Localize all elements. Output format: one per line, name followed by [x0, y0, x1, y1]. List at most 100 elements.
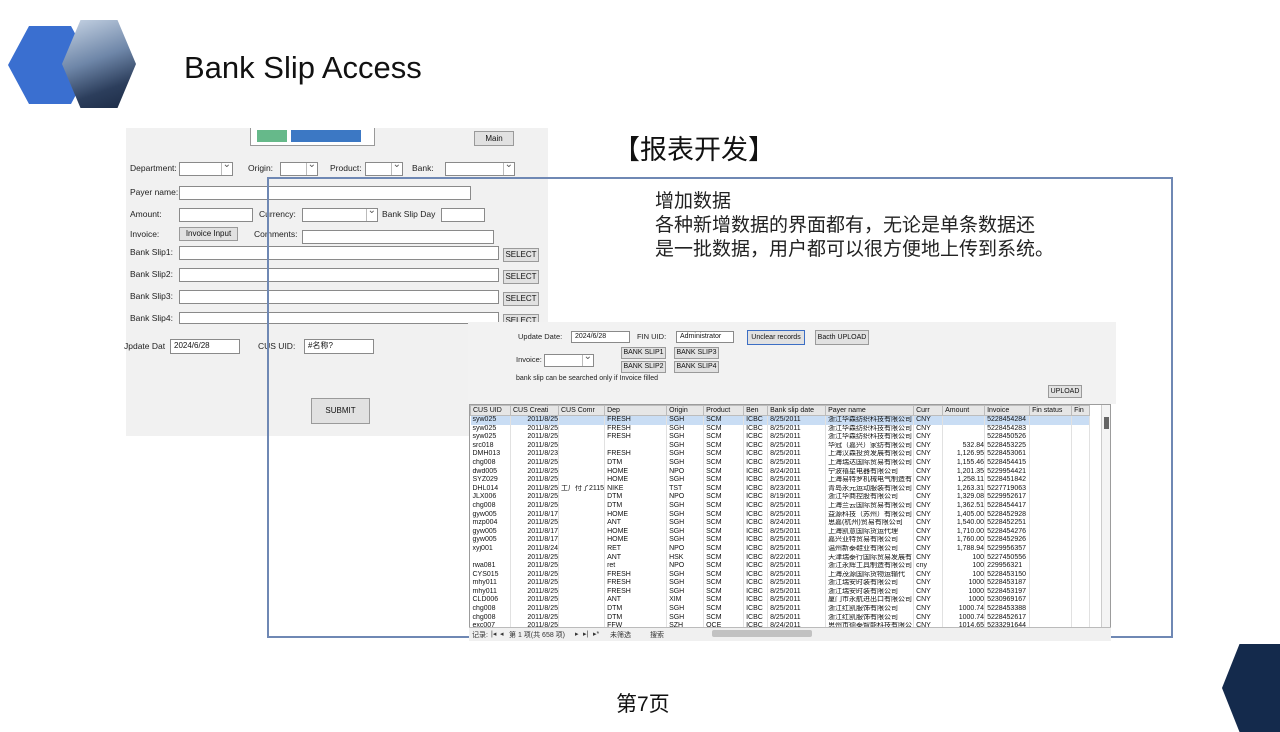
table-cell: 8/25/2011 — [767, 527, 827, 537]
table-row[interactable]: 2011/8/25 ANT HSK SCM ICBC 8/22/2011 天津瑞泰行国际贸易… — [470, 553, 1091, 563]
table-cell: src018 — [470, 441, 511, 451]
grid-column-header[interactable]: CUS Creati — [510, 405, 559, 416]
table-cell: 1000 — [942, 596, 986, 606]
table-cell: FRESH — [604, 424, 668, 434]
table-row[interactable]: gyw005 2011/8/17 HOME SGH SCM ICBC 8/25/2011 嘉兴… — [470, 536, 1091, 545]
table-cell: ICBC — [743, 424, 769, 434]
grid-column-header[interactable]: Amount — [942, 405, 986, 416]
table-row[interactable]: chg008 2011/8/25 DTM SGH SCM ICBC 8/25/2011 上海兰… — [470, 501, 1091, 511]
table-row[interactable]: xyj001 2011/8/24 RET NPO SCM ICBC 8/25/2011 温州新… — [470, 544, 1091, 554]
origin-dropdown[interactable] — [280, 159, 318, 176]
bank-dropdown[interactable] — [445, 159, 515, 176]
table-cell: 1,405.00 — [942, 510, 986, 520]
bank-slip2-button[interactable]: BANK SLIP2 — [621, 361, 666, 373]
upload-update-date-input[interactable]: 2024/6/28 — [571, 331, 630, 343]
table-row[interactable]: gyw005 2011/8/17 HOME SGH SCM ICBC 8/25/2011 益源… — [470, 510, 1091, 520]
batch-upload-button[interactable]: Bacth UPLOAD — [815, 330, 869, 345]
table-row[interactable]: SYZ029 2011/8/25 HOME SGH SCM ICBC 8/25/2011 上海… — [470, 476, 1091, 485]
table-cell: 100 — [942, 562, 986, 571]
table-row[interactable]: JLX006 2011/8/25 DTM NPO SCM ICBC 8/19/2011 浙江华… — [470, 493, 1091, 502]
grid-column-header[interactable]: CUS UID — [470, 405, 511, 416]
table-cell: 8/25/2011 — [767, 536, 827, 545]
table-row[interactable]: DHL014 2011/8/25 工厂付了2115 NIKE TST SCM ICBC 8/2… — [470, 484, 1091, 494]
department-dropdown[interactable] — [179, 159, 233, 176]
table-cell: 8/25/2011 — [767, 441, 827, 451]
table-row[interactable]: chg008 2011/8/25 DTM SGH SCM ICBC 8/25/2011 浙江红… — [470, 605, 1091, 614]
table-cell: CNY — [913, 415, 944, 425]
upload-invoice-dropdown[interactable] — [544, 351, 594, 367]
nav-new-icon[interactable]: ▸* — [593, 630, 599, 638]
table-cell — [558, 519, 606, 528]
table-cell — [470, 553, 511, 563]
form-update-date-input[interactable]: 2024/6/28 — [170, 339, 240, 354]
table-cell: SGH — [666, 415, 705, 425]
scroll-thumb[interactable] — [1104, 417, 1109, 429]
table-row[interactable]: syw025 2011/8/25 FRESH SGH SCM ICBC 8/25/2011 浙… — [470, 433, 1091, 442]
table-cell: 1,710.00 — [942, 527, 986, 537]
grid-column-header[interactable]: Product — [703, 405, 745, 416]
table-row[interactable]: syw025 2011/8/25 FRESH SGH SCM ICBC 8/25/2011 浙… — [470, 424, 1091, 434]
table-row[interactable]: CYS015 2011/8/25 FRESH SGH SCM ICBC 8/25/2011 上… — [470, 570, 1091, 580]
table-cell: SGH — [666, 519, 705, 528]
main-button[interactable]: Main — [474, 131, 514, 146]
table-cell: CNY — [913, 596, 944, 606]
grid-column-header[interactable]: Fin status — [1029, 405, 1073, 416]
record-position: 第 1 项(共 658 项) — [509, 632, 566, 639]
table-row[interactable]: syw025 2011/8/25 FRESH SGH SCM ICBC 8/25/2011 浙… — [470, 415, 1091, 425]
nav-prev-icon[interactable]: ◂ — [500, 630, 504, 638]
table-cell: SGH — [666, 587, 705, 597]
upload-button[interactable]: UPLOAD — [1048, 385, 1082, 398]
grid-column-header[interactable]: Ben — [743, 405, 769, 416]
bank-slip1-button[interactable]: BANK SLIP1 — [621, 347, 666, 359]
grid-column-header[interactable]: CUS Comr — [557, 405, 606, 416]
table-cell: RET — [604, 544, 668, 554]
fin-uid-input[interactable]: Administrator — [676, 331, 734, 343]
grid-column-header[interactable]: Curr — [913, 405, 944, 416]
table-row[interactable]: dwd005 2011/8/25 HOME NPO SCM ICBC 8/24/2011 宁波… — [470, 467, 1091, 477]
product-dropdown[interactable] — [365, 159, 403, 176]
table-cell: 5228453061 — [984, 450, 1031, 459]
table-cell: ICBC — [743, 613, 769, 623]
table-row[interactable]: chg008 2011/8/25 DTM SGH SCM ICBC 8/25/2011 浙江红… — [470, 613, 1091, 623]
grid-column-header[interactable]: Bank slip date — [767, 405, 827, 416]
nav-last-icon[interactable]: ▸| — [583, 630, 588, 638]
horizontal-scroll-thumb[interactable] — [712, 630, 812, 637]
table-row[interactable]: gyw005 2011/8/17 HOME SGH SCM ICBC 8/25/2011 上海… — [470, 527, 1091, 537]
table-cell — [1071, 553, 1091, 563]
search-box[interactable]: 搜索 — [650, 630, 664, 640]
table-row[interactable]: DMH013 2011/8/23 FRESH SGH SCM ICBC 8/25/2011 上… — [470, 450, 1091, 459]
table-row[interactable]: chg008 2011/8/25 DTM SGH SCM ICBC 8/25/2011 上海瑞… — [470, 458, 1091, 468]
grid-vertical-scrollbar[interactable] — [1101, 405, 1110, 627]
nav-first-icon[interactable]: |◂ — [491, 630, 496, 638]
table-cell: 2011/8/25 — [510, 484, 559, 494]
grid-column-header[interactable]: Origin — [666, 405, 705, 416]
nav-next-icon[interactable]: ▸ — [575, 630, 579, 638]
grid-column-header[interactable]: Dep — [604, 405, 668, 416]
table-cell — [558, 458, 606, 468]
table-row[interactable]: mhy011 2011/8/25 FRESH SGH SCM ICBC 8/25/2011 浙… — [470, 587, 1091, 597]
table-row[interactable]: mhy011 2011/8/25 FRESH SGH SCM ICBC 8/25/2011 浙… — [470, 579, 1091, 588]
bank-slip3-button[interactable]: BANK SLIP3 — [674, 347, 719, 359]
table-row[interactable]: src018 2011/8/25 SGH SCM ICBC 8/25/2011 华冠（嘉兴）… — [470, 441, 1091, 451]
table-cell — [1071, 527, 1091, 537]
table-cell: HOME — [604, 467, 668, 477]
table-cell: 100 — [942, 570, 986, 580]
table-cell: 嘉兴亚特贸易有限公司 — [825, 536, 915, 545]
grid-column-header[interactable]: Fin — [1071, 405, 1091, 416]
table-row[interactable]: mzp004 2011/8/25 ANT SGH SCM ICBC 8/24/2011 思嘉(… — [470, 519, 1091, 528]
unclear-records-button[interactable]: Unclear records — [747, 330, 805, 345]
grid-column-header[interactable]: Payer name — [825, 405, 915, 416]
grid-column-header[interactable]: Invoice — [984, 405, 1031, 416]
product-label: Product: — [330, 163, 362, 173]
table-row[interactable]: rwa081 2011/8/25 ret NPO SCM ICBC 8/25/2011 浙江永… — [470, 562, 1091, 571]
table-cell: 5229956357 — [984, 544, 1031, 554]
invoice-input-button[interactable]: Invoice Input — [179, 227, 238, 241]
table-row[interactable]: CLD006 2011/8/25 ANT XIM SCM ICBC 8/25/2011 厦门市… — [470, 596, 1091, 606]
page-number: 第7页 — [616, 693, 670, 716]
filter-status[interactable]: 未筛选 — [610, 630, 631, 640]
form-logo — [250, 128, 375, 146]
table-cell — [558, 510, 606, 520]
bank-slip4-button[interactable]: BANK SLIP4 — [674, 361, 719, 373]
table-cell: 8/24/2011 — [767, 519, 827, 528]
amount-input[interactable] — [179, 208, 253, 222]
